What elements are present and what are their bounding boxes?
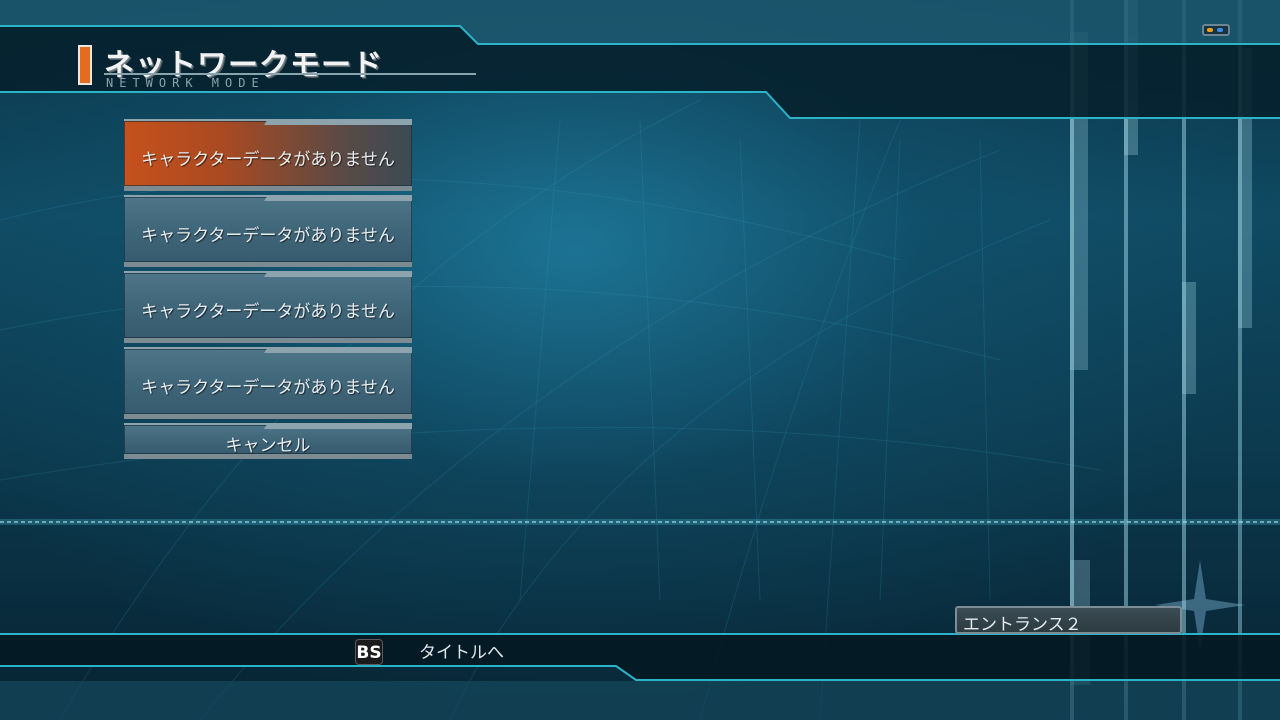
- cancel-button[interactable]: キャンセル: [124, 423, 412, 459]
- character-slot-4[interactable]: キャラクターデータがありません: [124, 347, 412, 419]
- character-slot-1[interactable]: キャラクターデータがありません: [124, 119, 412, 191]
- location-indicator: エントランス２: [955, 606, 1182, 635]
- title-accent-marker: [78, 45, 92, 85]
- title-divider: [104, 73, 476, 75]
- character-slot-label: キャラクターデータがありません: [141, 378, 395, 398]
- character-slot-2[interactable]: キャラクターデータがありません: [124, 195, 412, 267]
- character-slot-3[interactable]: キャラクターデータがありません: [124, 271, 412, 343]
- character-slot-label: キャラクターデータがありません: [141, 150, 395, 170]
- controller-status-icon: [1202, 24, 1230, 36]
- page-subtitle: NETWORK MODE: [106, 76, 265, 90]
- character-slot-label: キャラクターデータがありません: [141, 226, 395, 246]
- character-slot-menu: キャラクターデータがありません キャラクターデータがありません キャラクターデー…: [124, 119, 412, 463]
- backspace-key-icon[interactable]: BS: [355, 639, 383, 665]
- cancel-label: キャンセル: [225, 436, 311, 456]
- back-to-title-hint[interactable]: タイトルへ: [419, 638, 504, 663]
- game-screen: ネットワークモード NETWORK MODE キャラクターデータがありません キ…: [0, 0, 1280, 720]
- character-slot-label: キャラクターデータがありません: [141, 302, 395, 322]
- location-name: エントランス２: [963, 615, 1082, 635]
